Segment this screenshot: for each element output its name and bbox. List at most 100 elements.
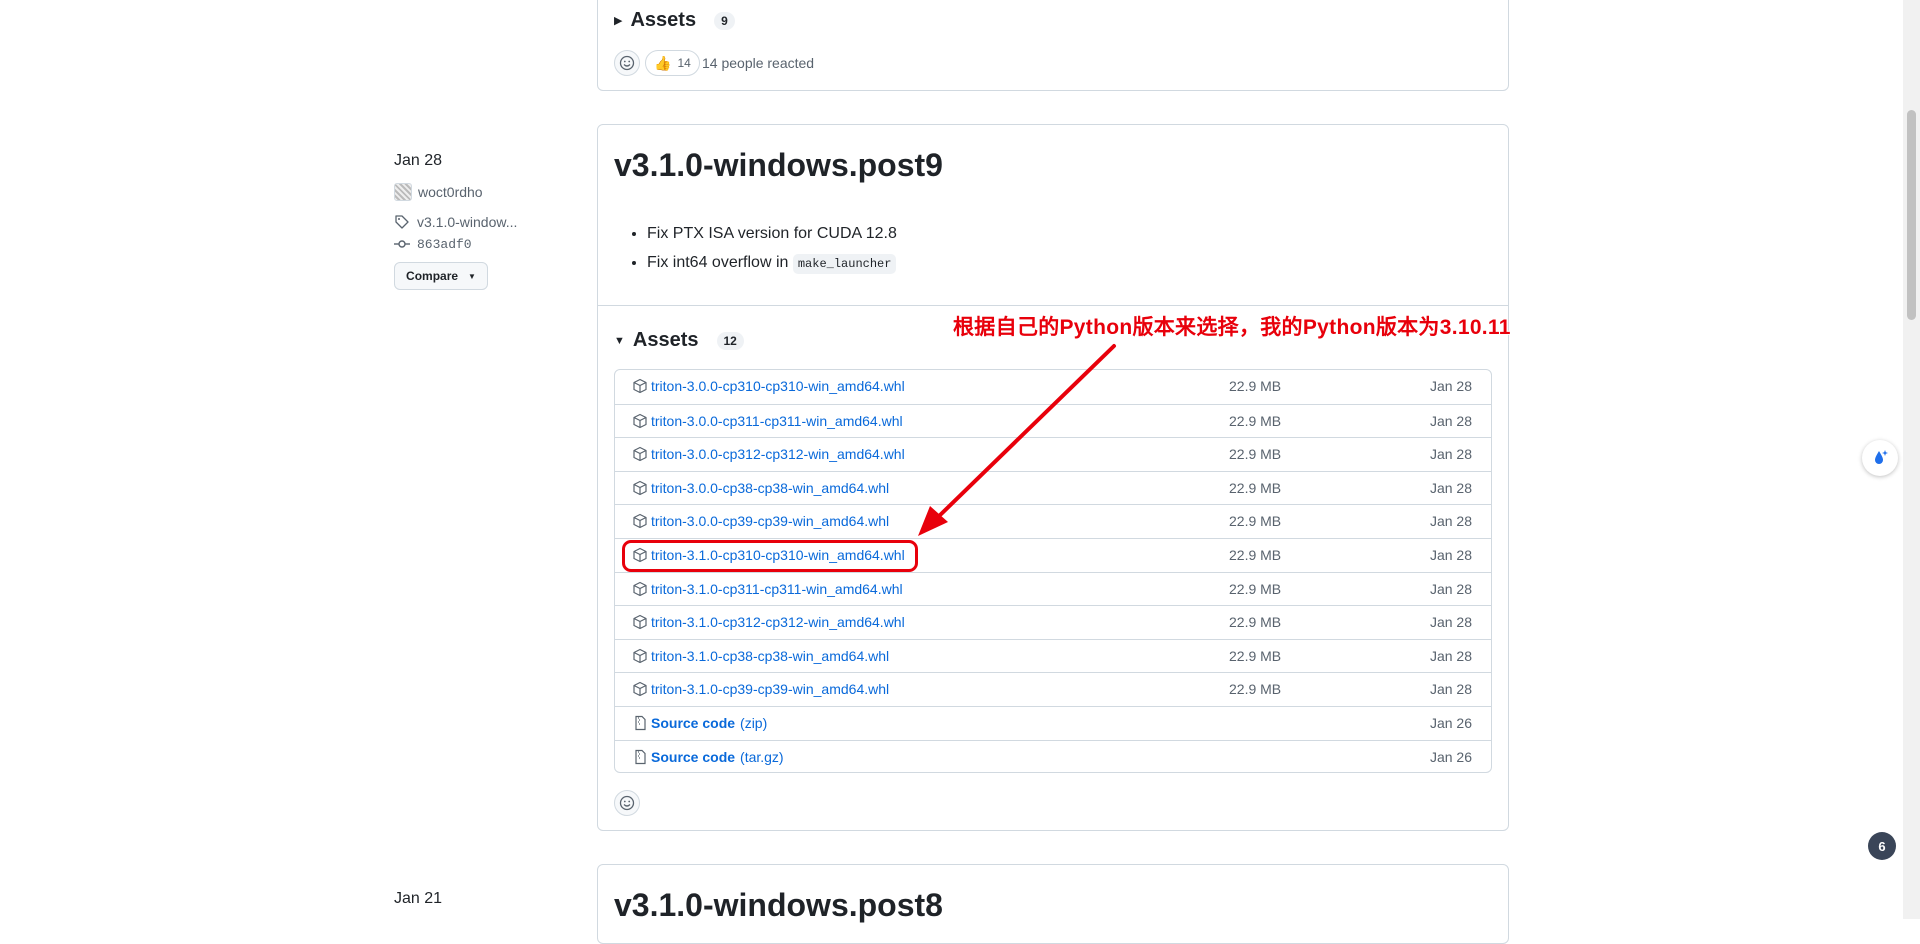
source-code-name: Source code bbox=[651, 748, 736, 765]
package-icon bbox=[633, 682, 647, 697]
file-zip-icon bbox=[635, 749, 646, 764]
asset-date: Jan 28 bbox=[1429, 513, 1473, 530]
assets-toggle[interactable]: ▼ Assets 12 bbox=[614, 329, 744, 352]
asset-size: 22.9 MB bbox=[1229, 378, 1282, 394]
commit-icon bbox=[394, 240, 410, 248]
asset-link[interactable]: triton-3.1.0-cp38-cp38-win_amd64.whl bbox=[632, 648, 889, 664]
release-note: Fix int64 overflow in make_launcher bbox=[647, 248, 897, 279]
asset-name: triton-3.0.0-cp312-cp312-win_amd64.whl bbox=[651, 446, 905, 463]
source-code-link[interactable]: Source code (zip) bbox=[632, 715, 767, 731]
release-notes: Fix PTX ISA version for CUDA 12.8 Fix in… bbox=[614, 219, 897, 279]
asset-size: 22.9 MB bbox=[1229, 412, 1282, 429]
scrollbar[interactable] bbox=[1903, 0, 1920, 919]
asset-row: triton-3.1.0-cp312-cp312-win_amd64.whl 22… bbox=[615, 605, 1491, 639]
assets-heading: Assets bbox=[632, 329, 699, 351]
asset-link[interactable]: triton-3.0.0-cp311-cp311-win_amd64.whl bbox=[632, 413, 903, 429]
assets-count: 9 bbox=[714, 11, 735, 30]
asset-link[interactable]: triton-3.0.0-cp310-cp310-win_amd64.whl bbox=[632, 378, 905, 394]
release-date: Jan 28 bbox=[394, 152, 443, 169]
release-tag[interactable]: v3.1.0-window... bbox=[394, 214, 517, 230]
asset-name: triton-3.0.0-cp39-cp39-win_amd64.whl bbox=[651, 513, 890, 530]
asset-row: triton-3.1.0-cp311-cp311-win_amd64.whl 22… bbox=[615, 571, 1491, 606]
assets-heading: Assets bbox=[630, 9, 697, 31]
asset-date: Jan 28 bbox=[1429, 479, 1473, 496]
asset-date: Jan 28 bbox=[1429, 614, 1473, 631]
assets-toggle[interactable]: ▶ Assets 9 bbox=[614, 9, 735, 32]
asset-date: Jan 28 bbox=[1429, 647, 1473, 664]
asset-name: triton-3.0.0-cp311-cp311-win_amd64.whl bbox=[651, 412, 903, 429]
asset-date: Jan 26 bbox=[1429, 715, 1473, 731]
asset-size: 22.9 MB bbox=[1229, 681, 1282, 698]
asset-link[interactable]: triton-3.1.0-cp39-cp39-win_amd64.whl bbox=[632, 681, 889, 697]
next-release-title[interactable]: v3.1.0-windows.post8 bbox=[614, 887, 943, 924]
asset-row: triton-3.0.0-cp39-cp39-win_amd64.whl 22.9… bbox=[615, 504, 1491, 538]
triangle-right-icon: ▶ bbox=[614, 15, 623, 27]
asset-date: Jan 26 bbox=[1429, 748, 1473, 765]
scrollbar-thumb[interactable] bbox=[1907, 110, 1916, 320]
asset-name: triton-3.1.0-cp311-cp311-win_amd64.whl bbox=[651, 580, 903, 597]
asset-link[interactable]: triton-3.0.0-cp39-cp39-win_amd64.whl bbox=[632, 513, 889, 529]
asset-size: 22.9 MB bbox=[1229, 479, 1282, 496]
asset-name: triton-3.0.0-cp38-cp38-win_amd64.whl bbox=[651, 479, 890, 496]
thumbs-up-icon: 👍 bbox=[654, 54, 672, 71]
add-reaction-button[interactable] bbox=[614, 50, 640, 76]
asset-date: Jan 28 bbox=[1429, 681, 1473, 698]
tag-icon bbox=[395, 215, 409, 229]
compare-label: Compare bbox=[406, 269, 459, 283]
author-name: woct0rdho bbox=[418, 184, 483, 200]
release-commit[interactable]: 863adf0 bbox=[394, 236, 472, 252]
reactions-summary: 14 people reacted bbox=[702, 55, 815, 71]
release-note: Fix PTX ISA version for CUDA 12.8 bbox=[647, 219, 897, 248]
asset-date: Jan 28 bbox=[1429, 580, 1473, 597]
avatar bbox=[394, 183, 412, 201]
asset-size: 22.9 MB bbox=[1229, 446, 1282, 463]
assets-count: 12 bbox=[716, 331, 744, 350]
asset-row: triton-3.0.0-cp310-cp310-win_amd64.whl 22… bbox=[615, 370, 1491, 404]
package-icon bbox=[633, 480, 647, 495]
asset-name: triton-3.0.0-cp310-cp310-win_amd64.whl bbox=[651, 378, 905, 394]
asset-row: Source code (tar.gz) Jan 26 bbox=[615, 739, 1491, 772]
caret-down-icon: ▼ bbox=[468, 271, 476, 281]
asset-size: 22.9 MB bbox=[1229, 580, 1282, 597]
asset-size: 22.9 MB bbox=[1229, 513, 1282, 530]
inline-code: make_launcher bbox=[792, 254, 897, 274]
sparkle-drop-icon bbox=[1875, 450, 1888, 464]
package-icon bbox=[633, 581, 647, 596]
add-reaction-button[interactable] bbox=[614, 790, 640, 816]
asset-link[interactable]: triton-3.0.0-cp38-cp38-win_amd64.whl bbox=[632, 480, 889, 496]
package-icon bbox=[633, 514, 647, 529]
compare-button[interactable]: Compare ▼ bbox=[394, 262, 488, 290]
thumbs-up-count: 14 bbox=[677, 56, 691, 70]
highlight-box bbox=[622, 540, 918, 572]
previous-release-card: ▶ Assets 9 👍 14 14 people reacted bbox=[597, 0, 1509, 91]
file-zip-icon bbox=[635, 715, 646, 731]
release-author[interactable]: woct0rdho bbox=[394, 183, 483, 201]
asset-link[interactable]: triton-3.1.0-cp312-cp312-win_amd64.whl bbox=[632, 614, 905, 630]
asset-row: triton-3.0.0-cp311-cp311-win_amd64.whl 22… bbox=[615, 403, 1491, 438]
asset-link[interactable]: triton-3.1.0-cp311-cp311-win_amd64.whl bbox=[632, 581, 903, 597]
source-code-name: Source code bbox=[651, 715, 736, 731]
next-release-card: v3.1.0-windows.post8 bbox=[597, 864, 1509, 944]
divider bbox=[598, 305, 1508, 306]
source-code-link[interactable]: Source code (tar.gz) bbox=[632, 749, 784, 765]
package-icon bbox=[633, 648, 647, 663]
smiley-icon bbox=[619, 55, 635, 71]
asset-name: triton-3.1.0-cp38-cp38-win_amd64.whl bbox=[651, 647, 890, 664]
next-release-date: Jan 21 bbox=[394, 890, 443, 907]
floating-assistant-button[interactable] bbox=[1862, 440, 1898, 476]
asset-row: triton-3.0.0-cp38-cp38-win_amd64.whl 22.9… bbox=[615, 470, 1491, 505]
asset-name: triton-3.1.0-cp312-cp312-win_amd64.whl bbox=[651, 614, 905, 631]
release-card: v3.1.0-windows.post9 Fix PTX ISA version… bbox=[597, 124, 1509, 831]
release-title[interactable]: v3.1.0-windows.post9 bbox=[614, 147, 943, 184]
smiley-icon bbox=[619, 795, 635, 811]
asset-size: 22.9 MB bbox=[1229, 647, 1282, 664]
notification-badge[interactable]: 6 bbox=[1868, 832, 1896, 860]
package-icon bbox=[633, 378, 647, 394]
asset-date: Jan 28 bbox=[1429, 446, 1473, 463]
asset-row: Source code (zip) Jan 26 bbox=[615, 706, 1491, 740]
package-icon bbox=[633, 447, 647, 462]
asset-size: 22.9 MB bbox=[1229, 614, 1282, 631]
asset-date: Jan 28 bbox=[1429, 547, 1473, 563]
asset-link[interactable]: triton-3.0.0-cp312-cp312-win_amd64.whl bbox=[632, 446, 905, 462]
thumbs-up-reaction[interactable]: 👍 14 bbox=[645, 50, 700, 76]
